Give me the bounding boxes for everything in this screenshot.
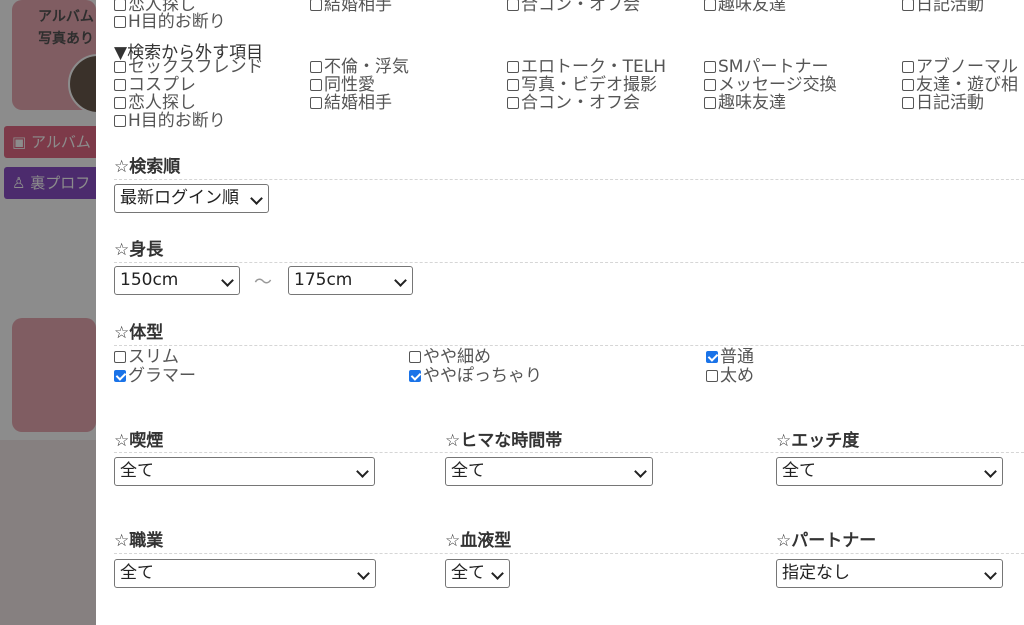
- divider: [114, 262, 1024, 263]
- checkbox-icon[interactable]: [902, 97, 914, 109]
- checkbox-icon[interactable]: [114, 115, 126, 127]
- chevron-down-icon: [984, 465, 997, 478]
- checkbox-icon[interactable]: [114, 61, 126, 73]
- exclude-item[interactable]: SMパートナー: [704, 58, 828, 76]
- exclude-item[interactable]: 不倫・浮気: [310, 58, 409, 76]
- chevron-down-icon: [394, 274, 407, 287]
- exclude-item[interactable]: 趣味友達: [704, 94, 786, 112]
- occupation-heading: ☆職業: [114, 531, 164, 551]
- chevron-down-icon: [634, 465, 647, 478]
- exclude-item[interactable]: 写真・ビデオ撮影: [507, 76, 657, 94]
- blood-type-heading: ☆血液型: [445, 531, 512, 551]
- chevron-down-icon: [356, 465, 369, 478]
- checkbox-icon[interactable]: [114, 370, 126, 382]
- free-time-select[interactable]: 全て: [445, 457, 653, 486]
- occupation-select[interactable]: 全て: [114, 559, 376, 588]
- body-type-option[interactable]: やや細め: [409, 348, 491, 366]
- checkbox-icon[interactable]: [704, 61, 716, 73]
- checkbox-icon[interactable]: [310, 97, 322, 109]
- checkbox-icon[interactable]: [507, 79, 519, 91]
- checkbox-icon[interactable]: [902, 61, 914, 73]
- checkbox-icon[interactable]: [706, 370, 718, 382]
- exclude-item[interactable]: 合コン・オフ会: [507, 94, 640, 112]
- chevron-down-icon: [984, 567, 997, 580]
- checkbox-icon[interactable]: [310, 61, 322, 73]
- checkbox-icon[interactable]: [704, 0, 716, 11]
- body-type-option[interactable]: グラマー: [114, 367, 196, 385]
- exclude-item[interactable]: セックスフレンド: [114, 58, 264, 76]
- exclude-item[interactable]: H目的お断り: [114, 112, 226, 130]
- body-type-option[interactable]: 太め: [706, 367, 754, 385]
- range-separator: ～: [254, 272, 272, 293]
- checkbox-icon[interactable]: [114, 351, 126, 363]
- checkbox-icon[interactable]: [114, 0, 126, 11]
- divider: [114, 553, 1024, 554]
- divider: [114, 452, 1024, 453]
- body-type-option[interactable]: 普通: [706, 348, 754, 366]
- checkbox-icon[interactable]: [507, 0, 519, 11]
- sort-select[interactable]: 最新ログイン順: [114, 184, 269, 213]
- exclude-item[interactable]: エロトーク・TELH: [507, 58, 666, 76]
- checkbox-icon[interactable]: [409, 370, 421, 382]
- exclude-item[interactable]: 恋人探し: [114, 94, 196, 112]
- body-type-option[interactable]: スリム: [114, 348, 179, 366]
- exclude-item[interactable]: アブノーマル: [902, 58, 1018, 76]
- checkbox-icon[interactable]: [114, 79, 126, 91]
- checkbox-icon[interactable]: [310, 0, 322, 11]
- chevron-down-icon: [250, 192, 263, 205]
- body-type-option[interactable]: ややぽっちゃり: [409, 367, 542, 385]
- checkbox-icon[interactable]: [114, 97, 126, 109]
- search-modal: 恋人探し 結婚相手 合コン・オフ会 趣味友達 日記活動 H目的お断り ▼検索から…: [96, 0, 1024, 625]
- h-level-select[interactable]: 全て: [776, 457, 1003, 486]
- checkbox-item[interactable]: 趣味友達: [704, 0, 786, 14]
- checkbox-item[interactable]: 日記活動: [902, 0, 984, 14]
- chevron-down-icon: [221, 274, 234, 287]
- divider: [114, 179, 1024, 180]
- chevron-down-icon: [491, 567, 504, 580]
- checkbox-icon[interactable]: [704, 79, 716, 91]
- checkbox-icon[interactable]: [704, 97, 716, 109]
- checkbox-icon[interactable]: [310, 79, 322, 91]
- checkbox-item[interactable]: H目的お断り: [114, 13, 226, 31]
- checkbox-icon[interactable]: [114, 16, 126, 28]
- checkbox-icon[interactable]: [507, 61, 519, 73]
- checkbox-item[interactable]: 合コン・オフ会: [507, 0, 640, 14]
- partner-select[interactable]: 指定なし: [776, 559, 1003, 588]
- checkbox-icon[interactable]: [507, 97, 519, 109]
- checkbox-icon[interactable]: [902, 79, 914, 91]
- checkbox-item[interactable]: 結婚相手: [310, 0, 392, 14]
- free-time-heading: ☆ヒマな時間帯: [445, 431, 563, 451]
- sort-heading: ☆検索順: [114, 157, 181, 177]
- checkbox-icon[interactable]: [409, 351, 421, 363]
- height-heading: ☆身長: [114, 240, 164, 260]
- smoking-select[interactable]: 全て: [114, 457, 375, 486]
- exclude-item[interactable]: コスプレ: [114, 76, 196, 94]
- exclude-item[interactable]: 日記活動: [902, 94, 984, 112]
- partner-heading: ☆パートナー: [776, 531, 877, 551]
- exclude-item[interactable]: 結婚相手: [310, 94, 392, 112]
- checkbox-icon[interactable]: [902, 0, 914, 11]
- exclude-item[interactable]: 同性愛: [310, 76, 375, 94]
- divider: [114, 345, 1024, 346]
- height-min-select[interactable]: 150cm: [114, 266, 240, 295]
- checkbox-icon[interactable]: [706, 351, 718, 363]
- exclude-item[interactable]: メッセージ交換: [704, 76, 837, 94]
- smoking-heading: ☆喫煙: [114, 431, 164, 451]
- chevron-down-icon: [357, 567, 370, 580]
- height-max-select[interactable]: 175cm: [288, 266, 413, 295]
- body-type-heading: ☆体型: [114, 323, 164, 343]
- blood-type-select[interactable]: 全て: [445, 559, 510, 588]
- h-level-heading: ☆エッチ度: [776, 431, 860, 451]
- exclude-item[interactable]: 友達・遊び相: [902, 76, 1018, 94]
